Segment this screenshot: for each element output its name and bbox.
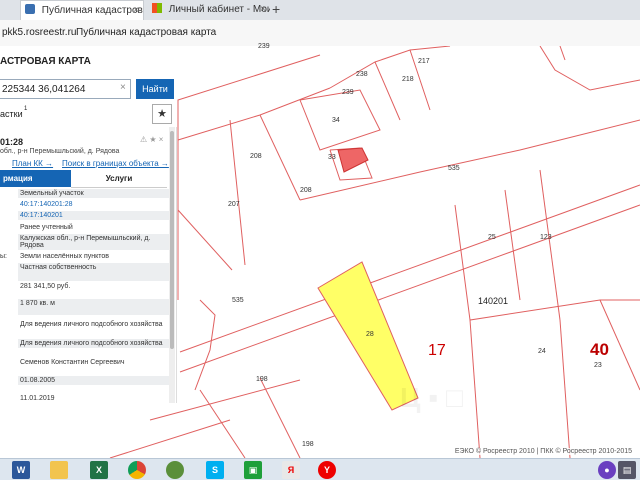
favorite-star-button[interactable]: ★ [152, 104, 172, 124]
microphone-icon[interactable]: ● [598, 461, 616, 479]
card-action-icons[interactable]: ⚠ ★ × [140, 135, 163, 144]
skype-icon[interactable]: S [206, 461, 224, 479]
row-address: Калужская обл., р-н Перемышльский, д. Ря… [18, 234, 172, 250]
url-text[interactable]: pkk5.rosreestr.ru [2, 27, 76, 38]
plot-address: обл., р-н Перемышльский, д. Рядова [0, 148, 120, 155]
explorer-icon[interactable] [50, 461, 68, 479]
plot-label: 207 [228, 201, 240, 208]
tab-services[interactable]: Услуги [71, 170, 167, 188]
plot-label: 33 [328, 154, 336, 161]
close-tab-icon[interactable]: × [260, 0, 266, 20]
tab-public-cadastral-map[interactable]: Публичная кадастровая × [20, 0, 144, 21]
screen: Публичная кадастровая × Личный кабинет -… [0, 0, 640, 480]
plan-kk-link[interactable]: План КК → [12, 159, 53, 168]
tab-personal-account[interactable]: Личный кабинет - Мои об × [148, 0, 270, 20]
plots-count: 1 [24, 106, 28, 112]
plots-label: астки [0, 109, 23, 119]
row-registration-date: 01.08.2005 [18, 376, 172, 385]
page-title: Публичная кадастровая карта [76, 27, 217, 38]
windows-favicon-icon [152, 3, 162, 13]
plot-label: 24 [538, 348, 546, 355]
plot-label: 535 [448, 165, 460, 172]
row-label-category: ы: [0, 253, 7, 260]
row-area: 1 870 кв. м [18, 299, 172, 315]
tab-title: Личный кабинет - Мои об [168, 4, 270, 15]
plot-label: 239 [258, 43, 270, 50]
row-type: Земельный участок [18, 189, 172, 198]
plot-label: 23 [594, 362, 602, 369]
excel-icon[interactable]: X [90, 461, 108, 479]
plot-label: 123 [540, 234, 552, 241]
plot-label: 28 [366, 331, 374, 338]
row-permitted-use-doc: Для ведения личного подсобного хозяйства [18, 339, 172, 348]
browser-tab-bar: Публичная кадастровая × Личный кабинет -… [0, 0, 640, 21]
district-number-40: 40 [590, 340, 609, 359]
search-input[interactable] [0, 79, 131, 99]
plot-label: 208 [250, 153, 262, 160]
row-cadastral-value: 281 341,50 руб. [20, 283, 71, 290]
row-status: Ранее учтенный [20, 224, 73, 231]
notifications-icon[interactable]: ▤ [618, 461, 636, 479]
map-copyright: ЕЭКО © Росреестр 2010 | ПКК © Росреестр … [452, 448, 634, 455]
store-icon[interactable]: ▣ [244, 461, 262, 479]
plot-label: 218 [402, 76, 414, 83]
tab-information[interactable]: рмация [0, 170, 71, 187]
row-category: Земли населённых пунктов [20, 253, 110, 260]
district-number-17: 17 [428, 342, 446, 359]
plot-info-card: 01:28 ⚠ ★ × обл., р-н Перемышльский, д. … [0, 127, 177, 403]
plots-header: астки 1 ★ [0, 104, 176, 126]
search-button[interactable]: Найти [136, 79, 174, 99]
cadastral-number: 01:28 [0, 137, 24, 147]
plot-label: 239 [342, 89, 354, 96]
plot-label: 25 [488, 234, 496, 241]
globe-icon[interactable] [166, 461, 184, 479]
panel-title: АСТРОВАЯ КАРТА [0, 56, 91, 67]
clear-search-icon[interactable]: × [120, 82, 126, 93]
search-in-bounds-link[interactable]: Поиск в границах объекта → [62, 159, 169, 168]
rosreestr-favicon-icon [25, 4, 35, 14]
row-permitted-use: Для ведения личного подсобного хозяйства [20, 321, 163, 328]
yandex-browser-icon[interactable]: Y [318, 461, 336, 479]
yandex-icon[interactable]: Я [282, 461, 300, 479]
taskbar: W X S ▣ Я Y ● ▤ [0, 458, 640, 480]
plot-label: 535 [232, 297, 244, 304]
chrome-icon[interactable] [128, 461, 146, 479]
cadastral-quarter-label: 140201 [478, 296, 509, 306]
close-tab-icon[interactable]: × [133, 1, 139, 21]
card-scrollbar-thumb[interactable] [170, 131, 174, 349]
search-row: × Найти [0, 79, 176, 101]
plot-label: 238 [356, 71, 368, 78]
row-cadastral-number[interactable]: 40:17:140201:28 [18, 200, 172, 209]
row-quarter[interactable]: 40:17:140201 [18, 211, 172, 220]
watermark: Ц ▪ □ [400, 382, 463, 413]
plot-label: 34 [332, 117, 340, 124]
row-update-date: 11.01.2019 [20, 395, 55, 402]
plot-label: 198 [302, 441, 314, 448]
tab-title: Публичная кадастровая [41, 5, 144, 16]
address-bar[interactable]: pkk5.rosreestr.ru Публичная кадастровая … [0, 20, 640, 47]
plot-label: 208 [300, 187, 312, 194]
plot-label: 198 [256, 376, 268, 383]
row-ownership: Частная собственность [18, 263, 172, 281]
new-tab-button[interactable]: + [272, 0, 280, 18]
plot-label: 217 [418, 58, 430, 65]
row-engineer: Семенов Константин Сергеевич [20, 359, 125, 366]
word-icon[interactable]: W [12, 461, 30, 479]
